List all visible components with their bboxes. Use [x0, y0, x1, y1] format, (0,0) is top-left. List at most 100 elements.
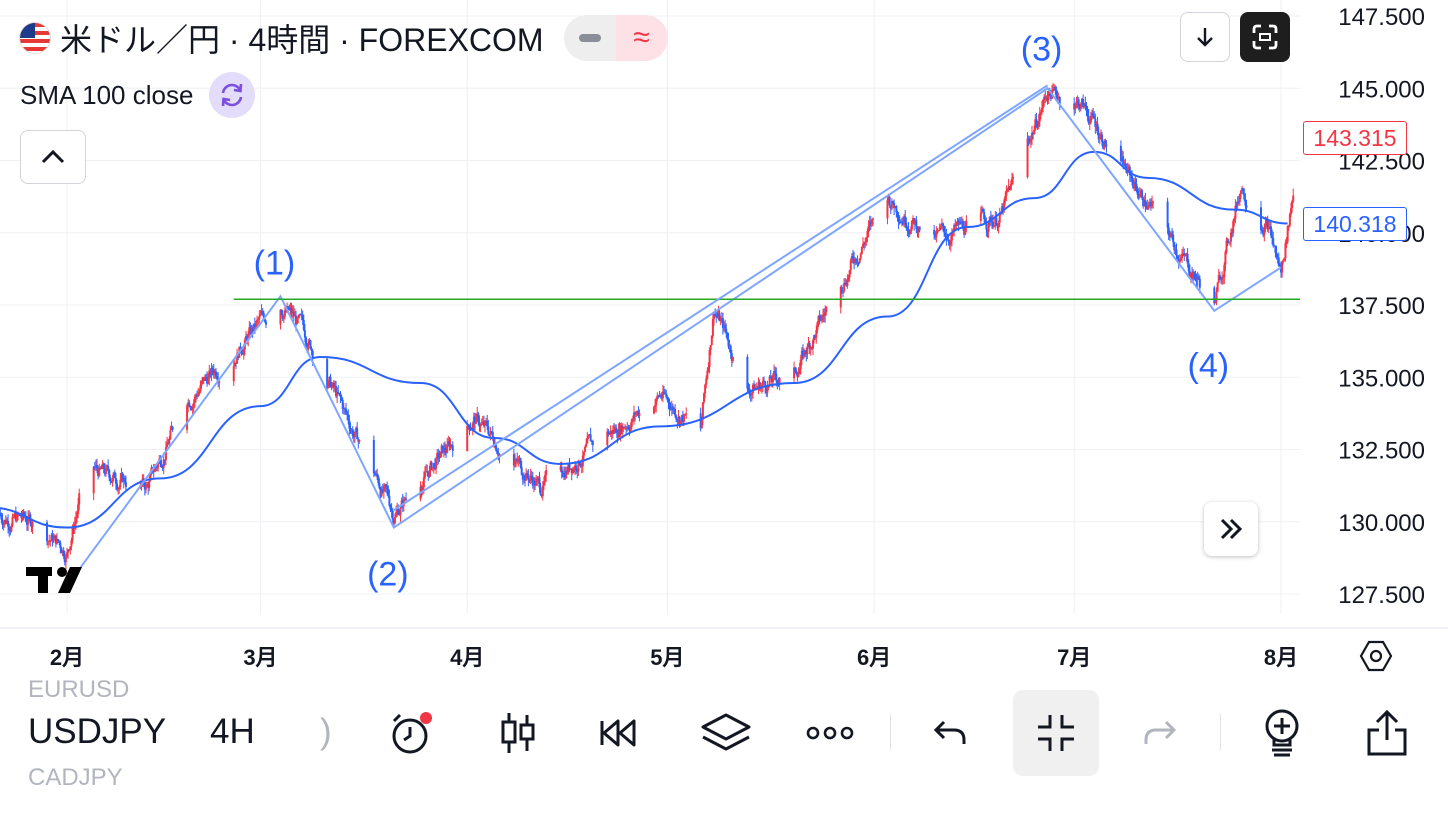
prev-symbol[interactable]: EURUSD: [28, 676, 129, 704]
collapse-button[interactable]: [1013, 690, 1099, 776]
candle-body: [568, 464, 571, 469]
x-tick-label: 8月: [1264, 645, 1298, 670]
candle-body: [171, 426, 174, 430]
y-tick-label: 130.000: [1338, 510, 1425, 537]
candle-body: [797, 374, 800, 377]
candles-icon: [501, 713, 535, 753]
candle-body: [1101, 134, 1104, 142]
symbol-legend[interactable]: 米ドル／円 · 4時間 · FOREXCOM ≈: [20, 15, 668, 61]
indicator-label: SMA 100 close: [20, 79, 194, 110]
timeframe-selector[interactable]: 4H: [210, 712, 255, 752]
candle-body: [587, 435, 590, 438]
collapse-icon: [1038, 715, 1074, 751]
more-button[interactable]: [798, 700, 862, 766]
candle-body: [806, 346, 809, 355]
candle-body: [701, 402, 704, 420]
wave-label: (4): [1188, 347, 1230, 385]
y-tick-label: 137.500: [1338, 293, 1425, 320]
candle-body: [685, 413, 688, 415]
candle-body: [264, 321, 267, 325]
chart-settings-button[interactable]: [1356, 636, 1396, 676]
candle-body: [399, 508, 402, 515]
candle-body: [918, 226, 921, 231]
redo-icon: [1144, 720, 1177, 744]
scroll-to-realtime-button[interactable]: [1204, 502, 1258, 556]
candle-body: [591, 441, 594, 446]
channel-line[interactable]: [393, 84, 1049, 512]
next-symbol[interactable]: CADJPY: [28, 764, 123, 792]
add-indicator-button[interactable]: [1250, 700, 1314, 766]
time-axis[interactable]: 2月 3月 4月 5月 6月 7月 8月: [0, 627, 1448, 670]
redo-button[interactable]: [1128, 700, 1192, 766]
wave-label: (2): [367, 556, 409, 594]
chevron-up-icon: [41, 149, 65, 164]
sync-icon[interactable]: [209, 72, 256, 118]
candle-body: [258, 316, 261, 320]
candle-body: [585, 443, 588, 447]
replay-icon: [600, 719, 636, 747]
sma-price-label: 140.318: [1303, 207, 1407, 241]
candle-body: [1175, 249, 1178, 256]
layers-icon: [701, 713, 751, 751]
share-button[interactable]: [1355, 700, 1419, 766]
candle-body: [487, 426, 490, 435]
candle-body: [709, 344, 712, 350]
indicator-legend[interactable]: SMA 100 close: [20, 72, 256, 118]
candle-body: [109, 477, 112, 482]
candle-body: [405, 498, 408, 500]
y-tick-label: 135.000: [1338, 365, 1425, 392]
candle-body: [232, 366, 235, 382]
candle-body: [1198, 278, 1201, 288]
candle-body: [169, 430, 172, 440]
undo-button[interactable]: [918, 700, 982, 766]
candle-body: [825, 307, 828, 313]
candlestick-series: [0, 83, 1295, 569]
replay-button[interactable]: [588, 700, 652, 766]
alert-button[interactable]: [380, 700, 444, 766]
y-tick-label: 147.500: [1338, 4, 1425, 31]
candle-body: [1292, 195, 1295, 202]
candle-body: [638, 413, 641, 416]
x-tick-label: 7月: [1057, 645, 1091, 670]
candle-body: [998, 214, 1001, 223]
alarm-clock-icon: [392, 712, 432, 754]
candle-body: [423, 471, 426, 478]
y-tick-label: 132.500: [1338, 438, 1425, 465]
minus-icon[interactable]: [563, 15, 616, 61]
legend-toggle[interactable]: ≈: [563, 15, 668, 61]
fullscreen-button[interactable]: [1240, 12, 1290, 62]
candle-body: [545, 470, 548, 476]
add-indicator-icon: [1265, 709, 1299, 757]
candle-body: [92, 466, 95, 494]
layers-button[interactable]: [694, 700, 758, 766]
collapse-legend-button[interactable]: [20, 130, 86, 184]
candle-body: [1105, 144, 1108, 146]
x-tick-label: 6月: [857, 645, 891, 670]
chart-type-button[interactable]: [486, 700, 550, 766]
candle-body: [683, 415, 686, 422]
approx-icon[interactable]: ≈: [615, 15, 668, 61]
candle-body: [725, 328, 728, 333]
wave-label: (1): [254, 244, 296, 282]
candle-body: [52, 539, 55, 542]
candle-body: [11, 516, 14, 526]
sma-line: [0, 150, 1288, 529]
double-chevron-right-icon: [1220, 518, 1243, 540]
more-icon: [806, 726, 854, 740]
y-tick-label: 127.500: [1338, 582, 1425, 609]
candle-body: [840, 286, 843, 291]
symbol-selector[interactable]: USDJPY: [28, 712, 166, 752]
scroll-down-button[interactable]: [1180, 12, 1230, 62]
price-axis[interactable]: 147.500145.000142.500140.000137.500135.0…: [1338, 4, 1425, 609]
share-icon: [1367, 709, 1407, 756]
last-price-label: 143.315: [1303, 121, 1407, 155]
tradingview-logo: [26, 560, 94, 605]
candle-body: [575, 465, 578, 469]
us-flag-icon: [20, 23, 50, 53]
elliott-wave-lines[interactable]: [72, 86, 1282, 578]
x-tick-label: 4月: [450, 645, 484, 670]
next-timeframe-hint[interactable]: ): [320, 712, 332, 752]
candle-body: [1215, 291, 1218, 302]
settings-hexagon-icon: [1359, 640, 1393, 672]
candle-body: [124, 482, 127, 488]
